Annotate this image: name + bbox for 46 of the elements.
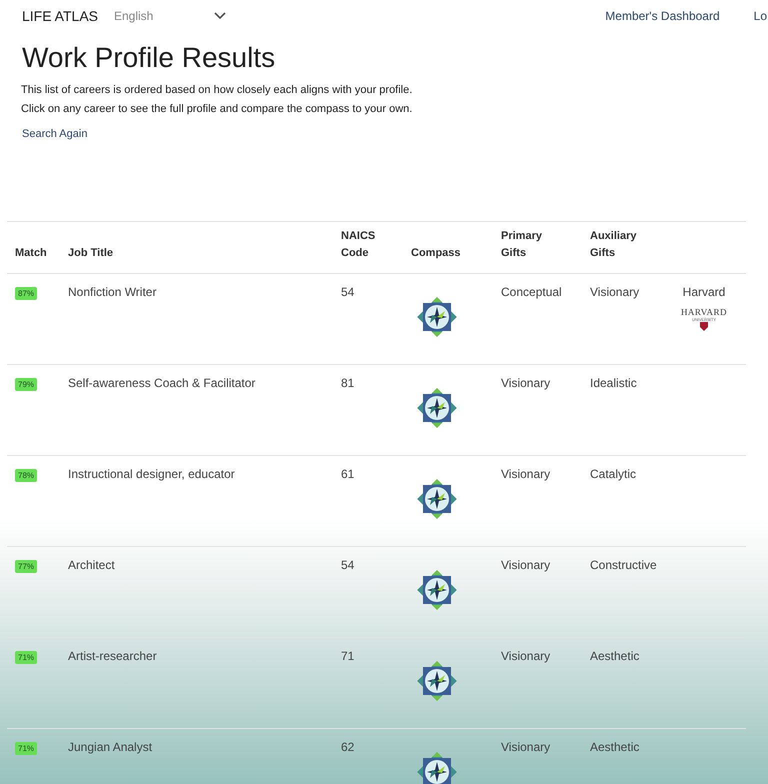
table-cell-text: Conceptual: [501, 285, 563, 301]
job-title-link[interactable]: Architect: [68, 558, 341, 637]
intro-text: This list of careers is ordered based on how closely each aligns with your profile.: [21, 84, 414, 96]
table-cell-text: Visionary: [501, 558, 552, 574]
language-select[interactable]: English: [114, 9, 226, 23]
match-badge: 71%: [15, 651, 38, 664]
table-cell-text: 54: [341, 558, 356, 574]
nav-link[interactable]: Lo: [754, 9, 767, 23]
match-badge: 77%: [15, 560, 38, 573]
column-header: Job Title: [68, 246, 114, 262]
nav-link[interactable]: Member's Dashboard: [605, 9, 720, 23]
table-cell-text: Aesthetic: [590, 740, 640, 756]
school-name: Harvard: [682, 285, 726, 299]
chevron-down-icon: [214, 12, 226, 20]
column-header: Compass: [411, 246, 462, 262]
table-cell-text: 61: [341, 467, 356, 483]
table-cell-text: Visionary: [501, 376, 552, 392]
job-title-link[interactable]: Jungian Analyst: [68, 740, 341, 784]
match-badge: 78%: [15, 469, 38, 482]
table-cell-text: 81: [341, 376, 356, 392]
brand-name: LIFE ATLAS: [22, 8, 98, 24]
table-cell-text: Catalytic: [590, 467, 638, 483]
column-header: NAICS Code: [341, 228, 376, 262]
job-title-link[interactable]: Instructional designer, educator: [68, 467, 341, 546]
table-cell-text: Visionary: [501, 467, 552, 483]
table-cell-text: 71: [341, 649, 356, 665]
match-badge: 71%: [15, 742, 38, 755]
match-badge: 79%: [15, 378, 38, 391]
job-title-link[interactable]: Self-awareness Coach & Facilitator: [68, 376, 341, 455]
table-cell-text: Visionary: [501, 740, 552, 756]
match-badge: 87%: [15, 287, 38, 300]
column-header: Primary Gifts: [501, 228, 543, 262]
table-cell-text: Visionary: [501, 649, 552, 665]
column-header: Match: [14, 246, 48, 262]
job-title-link[interactable]: Nonfiction Writer: [68, 285, 341, 364]
job-title-link[interactable]: Artist-researcher: [68, 649, 341, 728]
search-again-link[interactable]: Search Again: [22, 128, 88, 140]
table-cell-text: Aesthetic: [590, 649, 640, 665]
table-cell-text: Idealistic: [590, 376, 638, 392]
table-cell-text: 62: [341, 740, 356, 756]
page-title: Work Profile Results: [22, 42, 276, 74]
table-cell-text: Constructive: [590, 558, 658, 574]
intro-text: Click on any career to see the full profile and compare the compass to your own.: [21, 103, 414, 115]
table-cell-text: Visionary: [590, 285, 640, 301]
table-cell-text: 54: [341, 285, 356, 301]
column-header: Auxiliary Gifts: [590, 228, 638, 262]
